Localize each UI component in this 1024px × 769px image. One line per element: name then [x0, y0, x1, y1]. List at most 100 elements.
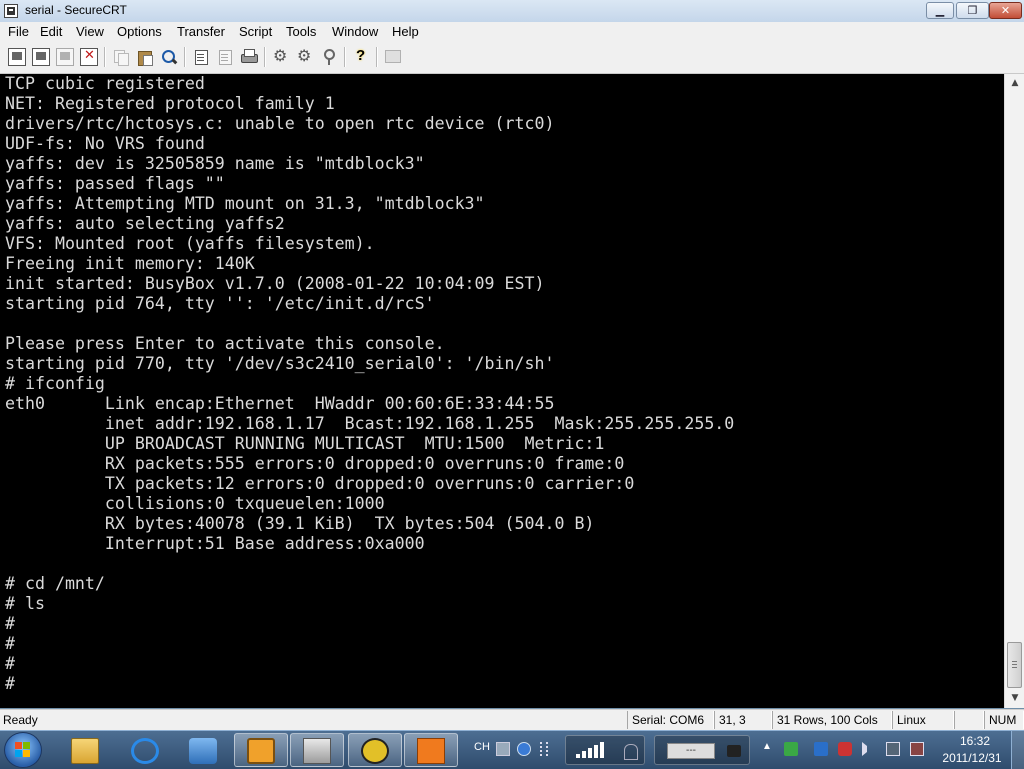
global-options-icon[interactable]	[296, 46, 314, 66]
menu-view[interactable]: View	[76, 24, 104, 39]
action-center-icon[interactable]	[910, 742, 924, 756]
vertical-scrollbar[interactable]: ▲ ▼	[1004, 74, 1024, 708]
keyboard-icon[interactable]	[496, 742, 510, 756]
taskbar-securecrt[interactable]	[234, 733, 288, 767]
network-toolbar[interactable]	[565, 735, 645, 765]
minimize-button[interactable]: ▁	[926, 2, 954, 19]
copy-icon[interactable]	[112, 48, 130, 66]
volume-icon[interactable]	[862, 742, 876, 756]
help-icon[interactable]	[352, 47, 370, 66]
taskbar-media-player[interactable]	[176, 733, 230, 767]
status-num: NUM	[984, 711, 1024, 729]
terminal-line: #	[5, 634, 15, 653]
terminal-line: collisions:0 txqueuelen:1000	[5, 494, 385, 513]
help-tray-icon[interactable]	[517, 742, 531, 756]
title-bar: serial - SecureCRT ▁ ❐ ✕	[0, 0, 1024, 23]
terminal-line: # cd /mnt/	[5, 574, 105, 593]
menu-help[interactable]: Help	[392, 24, 419, 39]
scroll-thumb[interactable]	[1007, 642, 1022, 688]
signal-icon	[624, 744, 638, 760]
terminal-line: NET: Registered protocol family 1	[5, 94, 335, 113]
tray-widget[interactable]: ---	[654, 735, 750, 765]
taskbar-presentation-app[interactable]	[404, 733, 458, 767]
terminal-line: # ifconfig	[5, 374, 105, 393]
toolbar-separator	[376, 47, 378, 67]
securecrt-taskbar-icon	[247, 738, 275, 764]
connect-tab-icon[interactable]	[56, 48, 74, 66]
tray-widget-display: ---	[667, 743, 715, 759]
terminal-line: Freeing init memory: 140K	[5, 254, 255, 273]
toolbar	[0, 42, 1024, 74]
terminal-line: RX bytes:40078 (39.1 KiB) TX bytes:504 (…	[5, 514, 595, 533]
terminal-line: VFS: Mounted root (yaffs filesystem).	[5, 234, 375, 253]
terminal-line: starting pid 770, tty '/dev/s3c2410_seri…	[5, 354, 555, 373]
securecrt-icon[interactable]	[4, 4, 18, 18]
print-selection-icon[interactable]	[216, 48, 234, 66]
taskbar-ultraedit[interactable]	[348, 733, 402, 767]
show-hidden-icons-icon[interactable]: ▲	[762, 741, 772, 752]
log-session-icon[interactable]	[192, 48, 210, 66]
options-tray-icon[interactable]	[540, 742, 548, 756]
terminal-view[interactable]: TCP cubic registered NET: Registered pro…	[0, 74, 1004, 708]
windows-logo-icon	[15, 742, 31, 758]
status-connection: Serial: COM6	[627, 711, 714, 729]
print-icon[interactable]	[240, 48, 258, 66]
close-button[interactable]: ✕	[989, 2, 1022, 19]
status-caps	[954, 711, 984, 729]
tray-app-icon-3[interactable]	[838, 742, 852, 756]
internet-explorer-icon	[131, 738, 159, 764]
taskbar-explorer[interactable]	[58, 733, 112, 767]
network-icon[interactable]	[886, 742, 900, 756]
scroll-down-icon[interactable]: ▼	[1008, 691, 1022, 705]
status-cursor-position: 31, 3	[714, 711, 772, 729]
menu-tools[interactable]: Tools	[286, 24, 316, 39]
show-desktop-button[interactable]	[1011, 731, 1024, 769]
screen-icon[interactable]	[384, 48, 402, 66]
key-icon[interactable]	[320, 48, 338, 66]
terminal-line: TX packets:12 errors:0 dropped:0 overrun…	[5, 474, 635, 493]
terminal-line: yaffs: dev is 32505859 name is "mtdblock…	[5, 154, 425, 173]
toolbar-separator	[104, 47, 106, 67]
language-indicator[interactable]: CH	[474, 741, 490, 753]
terminal-line: UDF-fs: No VRS found	[5, 134, 205, 153]
menu-edit[interactable]: Edit	[40, 24, 62, 39]
terminal-line: Please press Enter to activate this cons…	[5, 334, 445, 353]
terminal-line: # ls	[5, 594, 45, 613]
menu-options[interactable]: Options	[117, 24, 162, 39]
terminal-line: UP BROADCAST RUNNING MULTICAST MTU:1500 …	[5, 434, 605, 453]
menu-file[interactable]: File	[8, 24, 29, 39]
tray-app-icon-2[interactable]	[814, 742, 828, 756]
terminal-line: starting pid 764, tty '': '/etc/init.d/r…	[5, 294, 435, 313]
status-ready: Ready	[3, 713, 38, 727]
menu-transfer[interactable]: Transfer	[177, 24, 225, 39]
toolbar-separator	[184, 47, 186, 67]
connect-icon[interactable]	[8, 48, 26, 66]
menu-window[interactable]: Window	[332, 24, 378, 39]
window-title: serial - SecureCRT	[25, 3, 127, 17]
folder-icon	[71, 738, 99, 764]
menu-script[interactable]: Script	[239, 24, 272, 39]
plug-icon	[727, 745, 741, 757]
start-button[interactable]	[4, 732, 42, 768]
paste-icon[interactable]	[136, 48, 154, 66]
terminal-line: init started: BusyBox v1.7.0 (2008-01-22…	[5, 274, 545, 293]
window-app-icon	[303, 738, 331, 764]
menu-bar: File Edit View Options Transfer Script T…	[0, 22, 1024, 42]
tray-app-icon-1[interactable]	[784, 742, 798, 756]
disconnect-icon[interactable]	[80, 48, 98, 66]
clock-time[interactable]: 16:32	[955, 734, 995, 748]
terminal-line: RX packets:555 errors:0 dropped:0 overru…	[5, 454, 625, 473]
terminal-line: #	[5, 674, 15, 693]
find-icon[interactable]	[160, 48, 178, 66]
taskbar-internet-explorer[interactable]	[118, 733, 172, 767]
terminal-line: Interrupt:51 Base address:0xa000	[5, 534, 425, 553]
presentation-app-icon	[417, 738, 445, 764]
scroll-up-icon[interactable]: ▲	[1008, 76, 1022, 90]
status-bar: Ready Serial: COM6 31, 3 31 Rows, 100 Co…	[0, 709, 1024, 731]
clock-date[interactable]: 2011/12/31	[937, 751, 1007, 765]
session-options-icon[interactable]	[272, 46, 290, 66]
taskbar-app-window[interactable]	[290, 733, 344, 767]
quick-connect-icon[interactable]	[32, 48, 50, 66]
maximize-button[interactable]: ❐	[956, 2, 989, 19]
terminal-line: drivers/rtc/hctosys.c: unable to open rt…	[5, 114, 555, 133]
